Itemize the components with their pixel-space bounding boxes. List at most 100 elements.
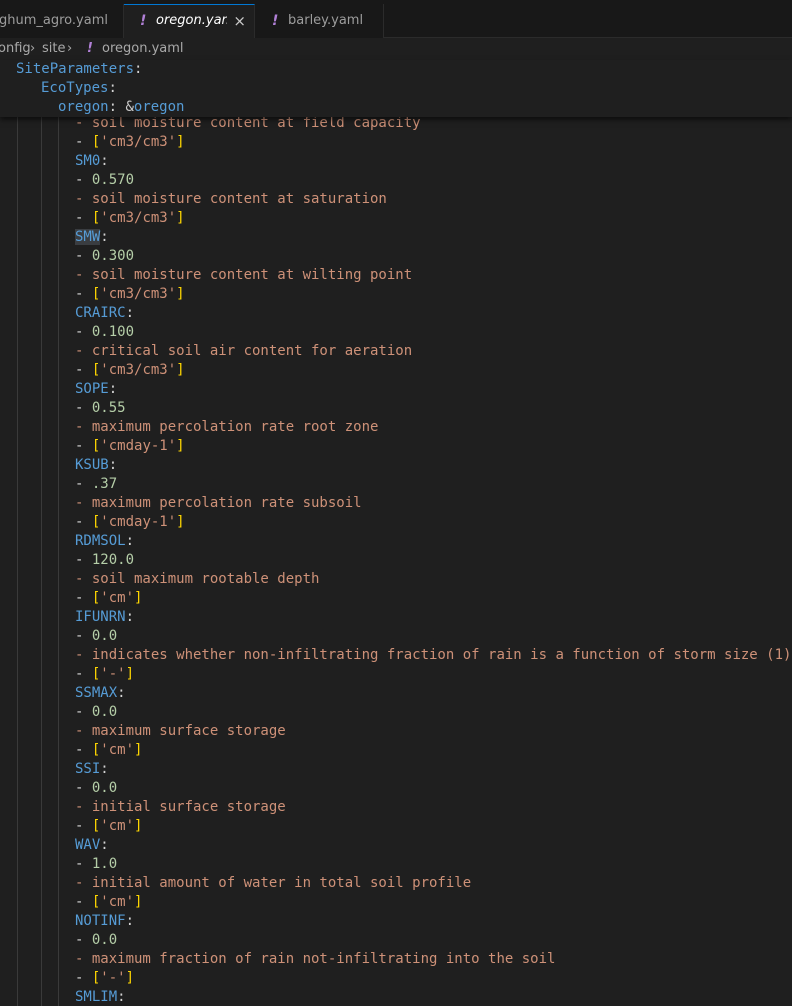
code-line-key[interactable]: CRAIRC: (75, 304, 134, 323)
code-line-unit[interactable]: - ['cm'] (75, 741, 142, 760)
code-line-key[interactable]: IFUNRN: (75, 608, 134, 627)
code-line-description[interactable]: - initial amount of water in total soil … (75, 874, 471, 893)
code-line-key[interactable]: SOPE: (75, 380, 117, 399)
yaml-string: 'cm3/cm3' (100, 362, 177, 378)
yaml-number: 0.0 (91, 704, 118, 720)
yaml-number: 0.100 (91, 324, 135, 340)
code-line-unit[interactable]: - ['cm3/cm3'] (75, 133, 185, 152)
code-line-description[interactable]: - soil moisture content at saturation (75, 190, 387, 209)
breadcrumb-item-config[interactable]: onfig (0, 38, 31, 60)
code-line-value[interactable]: - 0.55 (75, 399, 126, 418)
code-line-unit[interactable]: - ['cm'] (75, 817, 142, 836)
yaml-string: maximum fraction of rain not-infiltratin… (91, 951, 556, 967)
code-line-description[interactable]: - maximum percolation rate subsoil (75, 494, 362, 513)
code-line-key[interactable]: SSI: (75, 760, 109, 779)
tab-sorghum-agro[interactable]: ghum_agro.yaml (0, 4, 124, 38)
yaml-key: SOPE (75, 381, 109, 397)
code-line-unit[interactable]: - ['cm3/cm3'] (75, 361, 185, 380)
indent-guide (58, 117, 59, 1006)
yaml-string: 'cmday-1' (100, 514, 177, 530)
code-line-value[interactable]: - 0.0 (75, 627, 117, 646)
code-line-key[interactable]: SM0: (75, 152, 109, 171)
close-icon[interactable]: × (233, 5, 246, 38)
yaml-number: 0.300 (91, 248, 135, 264)
code-line-key[interactable]: SMW: (75, 228, 109, 247)
chevron-right-icon: › (30, 41, 36, 56)
code-line-description[interactable]: - maximum percolation rate root zone (75, 418, 378, 437)
yaml-key: EcoTypes (41, 80, 109, 96)
code-line-value[interactable]: - 0.0 (75, 931, 117, 950)
code-line-description[interactable]: - soil moisture content at field capacit… (75, 117, 421, 133)
code-line-unit[interactable]: - ['-'] (75, 969, 134, 988)
chevron-right-icon: › (67, 41, 73, 56)
code-line-value[interactable]: - 1.0 (75, 855, 117, 874)
code-line-unit[interactable]: - ['cm3/cm3'] (75, 209, 185, 228)
yaml-file-icon: ! (272, 13, 279, 29)
tab-label: oregon.yaml (156, 13, 227, 28)
yaml-key: SSMAX (75, 685, 118, 701)
yaml-file-icon: ! (87, 41, 93, 56)
yaml-anchor-name: oregon (133, 99, 185, 115)
code-line-value[interactable]: - 0.0 (75, 779, 117, 798)
breadcrumb-item-site[interactable]: site (42, 38, 65, 60)
yaml-string: 'cmday-1' (100, 438, 177, 454)
yaml-key: SMW (75, 229, 101, 245)
code-line-description[interactable]: - soil moisture content at wilting point (75, 266, 412, 285)
code-line-key[interactable]: SMLIM: (75, 988, 126, 1006)
code-line-description[interactable]: - maximum surface storage (75, 722, 286, 741)
code-line-value[interactable]: - 0.300 (75, 247, 134, 266)
code-line-key[interactable]: SSMAX: (75, 684, 126, 703)
tab-oregon[interactable]: ! oregon.yaml × (124, 4, 255, 39)
yaml-string: soil moisture content at field capacity (91, 117, 421, 131)
yaml-string: soil maximum rootable depth (91, 571, 320, 587)
code-line-unit[interactable]: - ['cmday-1'] (75, 437, 185, 456)
sticky-line-oregon[interactable]: oregon: &oregon (58, 98, 184, 117)
yaml-string: indicates whether non-infiltrating fract… (91, 647, 792, 663)
yaml-string: soil moisture content at wilting point (91, 267, 413, 283)
tab-barley[interactable]: ! barley.yaml (255, 4, 384, 38)
code-line-value[interactable]: - .37 (75, 475, 117, 494)
code-line-description[interactable]: - initial surface storage (75, 798, 286, 817)
yaml-key: SMLIM (75, 989, 118, 1005)
yaml-number: 0.55 (91, 400, 126, 416)
yaml-key: RDMSOL (75, 533, 126, 549)
breadcrumb-item-file[interactable]: oregon.yaml (102, 38, 184, 60)
sticky-line-ecotypes[interactable]: EcoTypes: (41, 79, 117, 98)
yaml-string: 'cm3/cm3' (100, 134, 177, 150)
code-line-value[interactable]: - 0.100 (75, 323, 134, 342)
code-line-key[interactable]: KSUB: (75, 456, 117, 475)
yaml-string: '-' (100, 666, 126, 682)
yaml-key: SSI (75, 761, 101, 777)
code-line-key[interactable]: NOTINF: (75, 912, 134, 931)
yaml-string: initial amount of water in total soil pr… (91, 875, 472, 891)
code-line-unit[interactable]: - ['cmday-1'] (75, 513, 185, 532)
yaml-key: SM0 (75, 153, 101, 169)
code-line-value[interactable]: - 0.0 (75, 703, 117, 722)
code-line-key[interactable]: WAV: (75, 836, 109, 855)
yaml-key: IFUNRN (75, 609, 126, 625)
yaml-file-icon: ! (140, 13, 147, 29)
code-line-description[interactable]: - critical soil air content for aeration (75, 342, 412, 361)
code-line-unit[interactable]: - ['cm3/cm3'] (75, 285, 185, 304)
code-line-unit[interactable]: - ['cm'] (75, 893, 142, 912)
yaml-string: 'cm' (100, 742, 135, 758)
code-line-description[interactable]: - soil maximum rootable depth (75, 570, 319, 589)
yaml-number: 0.0 (91, 780, 118, 796)
sticky-line-site-parameters[interactable]: SiteParameters: (16, 60, 142, 79)
code-line-value[interactable]: - 0.570 (75, 171, 134, 190)
code-line-description[interactable]: - maximum fraction of rain not-infiltrat… (75, 950, 555, 969)
yaml-string: maximum percolation rate root zone (91, 419, 379, 435)
code-line-value[interactable]: - 120.0 (75, 551, 134, 570)
tab-bar: ghum_agro.yaml ! oregon.yaml × ! barley.… (0, 4, 792, 39)
yaml-key: KSUB (75, 457, 109, 473)
code-line-unit[interactable]: - ['-'] (75, 665, 134, 684)
code-line-unit[interactable]: - ['cm'] (75, 589, 142, 608)
code-editor[interactable]: - soil moisture content at field capacit… (0, 117, 792, 1006)
sticky-scroll-header[interactable]: SiteParameters: EcoTypes: oregon: &orego… (0, 60, 792, 117)
yaml-number: 0.570 (91, 172, 135, 188)
yaml-key: WAV (75, 837, 101, 853)
code-line-description[interactable]: - indicates whether non-infiltrating fra… (75, 646, 791, 665)
code-line-key[interactable]: RDMSOL: (75, 532, 134, 551)
yaml-string: soil moisture content at saturation (91, 191, 387, 207)
yaml-number: 0.0 (91, 932, 118, 948)
